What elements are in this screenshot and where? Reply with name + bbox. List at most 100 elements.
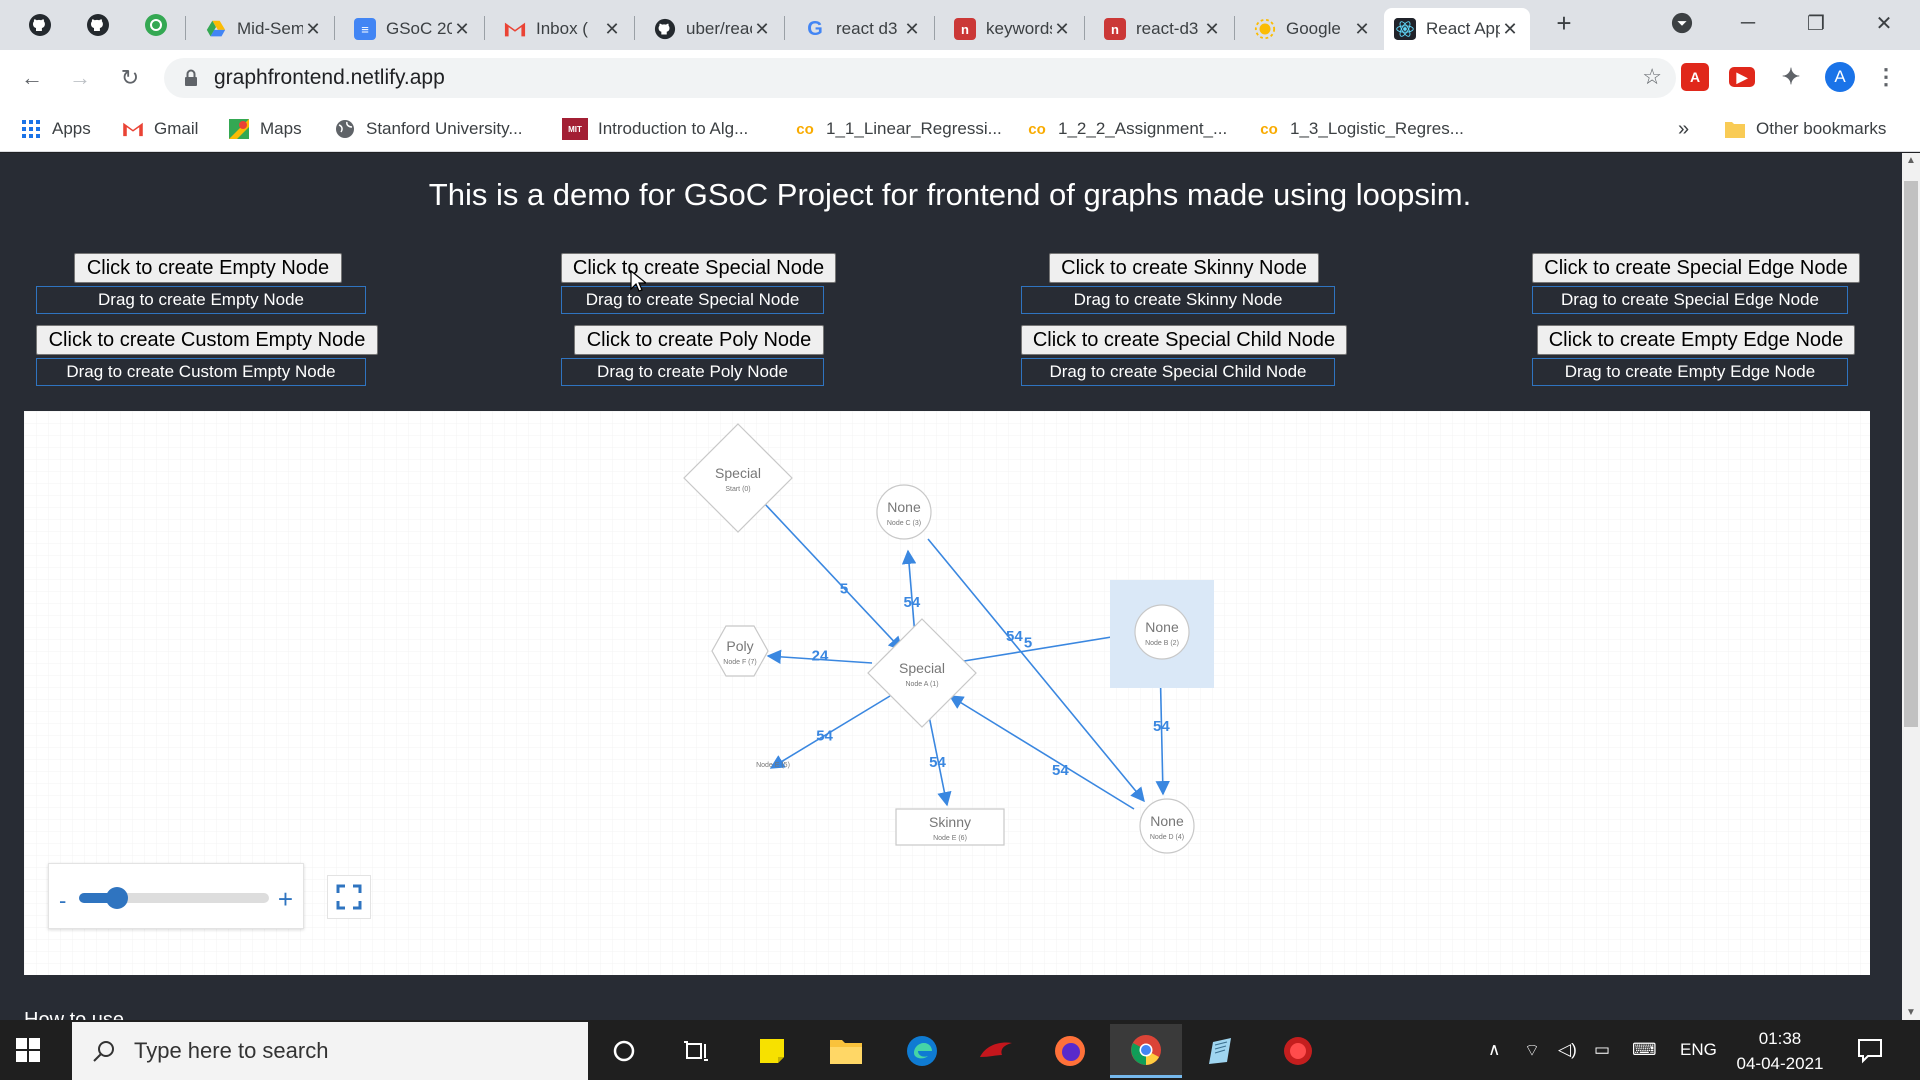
zoom-in-button[interactable]: + [278, 884, 293, 915]
tab-title: React App [1426, 19, 1500, 38]
drag-special-node-button[interactable]: Drag to create Special Node [561, 286, 824, 314]
edge-app[interactable] [886, 1024, 958, 1078]
profile-avatar[interactable]: A [1825, 62, 1855, 92]
graph-node-d[interactable]: None Node D (4) [1139, 798, 1195, 854]
zoom-out-button[interactable]: - [59, 888, 66, 914]
tab-close-icon[interactable]: ✕ [752, 19, 772, 40]
bookmark-star-icon[interactable]: ☆ [1642, 64, 1662, 90]
new-tab-button[interactable]: + [1544, 6, 1584, 40]
pinned-tab-extension[interactable] [136, 8, 176, 42]
recorder-app[interactable] [1262, 1024, 1334, 1078]
network-icon[interactable]: ⌔ [1524, 1040, 1540, 1061]
create-special-edge-node-button[interactable]: Click to create Special Edge Node [1532, 253, 1860, 283]
bookmark-logistic-regression[interactable]: co 1_3_Logistic_Regres... [1258, 114, 1464, 144]
tab-close-icon[interactable]: ✕ [1500, 19, 1520, 40]
cortana-button[interactable] [588, 1024, 660, 1078]
menu-kebab-icon[interactable]: ⋮ [1872, 63, 1900, 91]
sticky-notes-app[interactable] [736, 1024, 808, 1078]
drag-empty-edge-node-button[interactable]: Drag to create Empty Edge Node [1532, 358, 1848, 386]
page-scrollbar[interactable]: ▲ ▼ [1902, 153, 1920, 1020]
drag-skinny-node-button[interactable]: Drag to create Skinny Node [1021, 286, 1335, 314]
language-indicator[interactable]: ENG [1680, 1040, 1717, 1060]
tab-close-icon[interactable]: ✕ [1202, 19, 1222, 40]
bookmarks-overflow-button[interactable]: » [1678, 114, 1689, 144]
task-view-button[interactable] [660, 1024, 732, 1078]
bookmark-apps[interactable]: Apps [20, 114, 91, 144]
drag-special-edge-node-button[interactable]: Drag to create Special Edge Node [1532, 286, 1848, 314]
keyboard-icon[interactable]: ⌨ [1632, 1040, 1657, 1060]
battery-icon[interactable]: ▭ [1594, 1040, 1610, 1060]
zoom-slider-thumb[interactable] [106, 887, 128, 909]
tab-close-icon[interactable]: ✕ [1052, 19, 1072, 40]
acrobat-extension-icon[interactable]: A [1681, 63, 1709, 91]
drag-poly-node-button[interactable]: Drag to create Poly Node [561, 358, 824, 386]
reload-button[interactable]: ↻ [112, 60, 148, 96]
pinned-tab-github-2[interactable] [78, 8, 118, 42]
search-placeholder: Type here to search [134, 1038, 329, 1063]
bookmark-stanford[interactable]: Stanford University... [334, 114, 523, 144]
drag-empty-node-button[interactable]: Drag to create Empty Node [36, 286, 366, 314]
tab-uber-react-vis[interactable]: uber/react-vis ✕ [644, 8, 782, 50]
tab-close-icon[interactable]: ✕ [452, 19, 472, 40]
notifications-button[interactable] [1856, 1036, 1884, 1069]
tab-mid-sem[interactable]: Mid-Sem ✕ [195, 8, 333, 50]
file-explorer-app[interactable] [810, 1024, 882, 1078]
forward-button[interactable]: → [62, 60, 98, 96]
bookmark-other[interactable]: Other bookmarks [1724, 114, 1886, 144]
bookmark-gmail[interactable]: Gmail [122, 114, 198, 144]
tab-react-app[interactable]: React App ✕ [1384, 8, 1530, 50]
start-button[interactable] [16, 1038, 40, 1067]
create-empty-node-button[interactable]: Click to create Empty Node [74, 253, 342, 283]
chrome-app[interactable] [1110, 1024, 1182, 1078]
notepad-app[interactable] [1186, 1024, 1258, 1078]
address-bar[interactable]: graphfrontend.netlify.app ☆ [164, 58, 1676, 98]
bookmark-maps[interactable]: Maps [228, 114, 302, 144]
tab-inbox[interactable]: Inbox ( ✕ [494, 8, 632, 50]
minimize-button[interactable]: ─ [1728, 6, 1768, 40]
graph-node-e[interactable]: Skinny Node E (6) [895, 808, 1005, 846]
bookmark-linear-regression[interactable]: co 1_1_Linear_Regressi... [794, 114, 1002, 144]
restore-button[interactable]: ❐ [1796, 6, 1836, 40]
puzzle-extensions-icon[interactable]: ✦ [1777, 63, 1805, 91]
tab-close-icon[interactable]: ✕ [902, 19, 922, 40]
scroll-up-icon[interactable]: ▲ [1906, 155, 1916, 166]
graph-node-c[interactable]: None Node C (3) [876, 484, 932, 540]
drag-custom-empty-node-button[interactable]: Drag to create Custom Empty Node [36, 358, 366, 386]
close-icon: ✕ [1875, 12, 1893, 35]
bookmark-intro-algorithms[interactable]: MIT Introduction to Alg... [562, 114, 748, 144]
graph-canvas[interactable]: 5 54 5 24 54 54 54 54 54 Special Start (0) Special… [24, 411, 1870, 975]
back-button[interactable]: ← [14, 60, 50, 96]
scrollbar-thumb[interactable] [1904, 181, 1918, 727]
tab-google[interactable]: Google ✕ [1244, 8, 1382, 50]
game-app[interactable] [960, 1024, 1032, 1078]
volume-icon[interactable]: ◁) [1558, 1040, 1577, 1060]
bookmark-assignment[interactable]: co 1_2_2_Assignment_... [1026, 114, 1227, 144]
create-special-node-button[interactable]: Click to create Special Node [561, 253, 836, 283]
tab-keywords[interactable]: n keywords ✕ [944, 8, 1082, 50]
firefox-app[interactable] [1034, 1024, 1106, 1078]
create-skinny-node-button[interactable]: Click to create Skinny Node [1049, 253, 1319, 283]
tab-react-d3-search[interactable]: G react d3 ✕ [794, 8, 932, 50]
create-custom-empty-node-button[interactable]: Click to create Custom Empty Node [36, 325, 378, 355]
graph-node-b[interactable]: None Node B (2) [1110, 580, 1214, 688]
drag-special-child-node-button[interactable]: Drag to create Special Child Node [1021, 358, 1335, 386]
tab-close-icon[interactable]: ✕ [602, 19, 622, 40]
tab-gsoc-2021[interactable]: ≡ GSoC 2021 ✕ [344, 8, 482, 50]
pinned-tab-github[interactable] [20, 8, 60, 42]
show-hidden-icons-button[interactable]: ∧ [1488, 1040, 1500, 1060]
tab-close-icon[interactable]: ✕ [303, 19, 323, 40]
tab-search-button[interactable] [1662, 6, 1702, 40]
tab-close-icon[interactable]: ✕ [1352, 19, 1372, 40]
tab-react-d3-npm[interactable]: n react-d3 ✕ [1094, 8, 1232, 50]
gear-badge-icon [145, 14, 167, 36]
create-special-child-node-button[interactable]: Click to create Special Child Node [1021, 325, 1347, 355]
scroll-down-icon[interactable]: ▼ [1906, 1007, 1916, 1018]
graph-node-e5[interactable]: Node E (5) [756, 762, 790, 769]
youtube-extension-icon[interactable]: ▶ [1729, 67, 1755, 87]
taskbar-search-box[interactable]: Type here to search [72, 1022, 588, 1080]
close-window-button[interactable]: ✕ [1864, 6, 1904, 40]
create-empty-edge-node-button[interactable]: Click to create Empty Edge Node [1537, 325, 1855, 355]
fit-to-screen-button[interactable] [327, 875, 371, 919]
create-poly-node-button[interactable]: Click to create Poly Node [574, 325, 824, 355]
taskbar-clock[interactable]: 01:38 04-04-2021 [1720, 1026, 1840, 1076]
